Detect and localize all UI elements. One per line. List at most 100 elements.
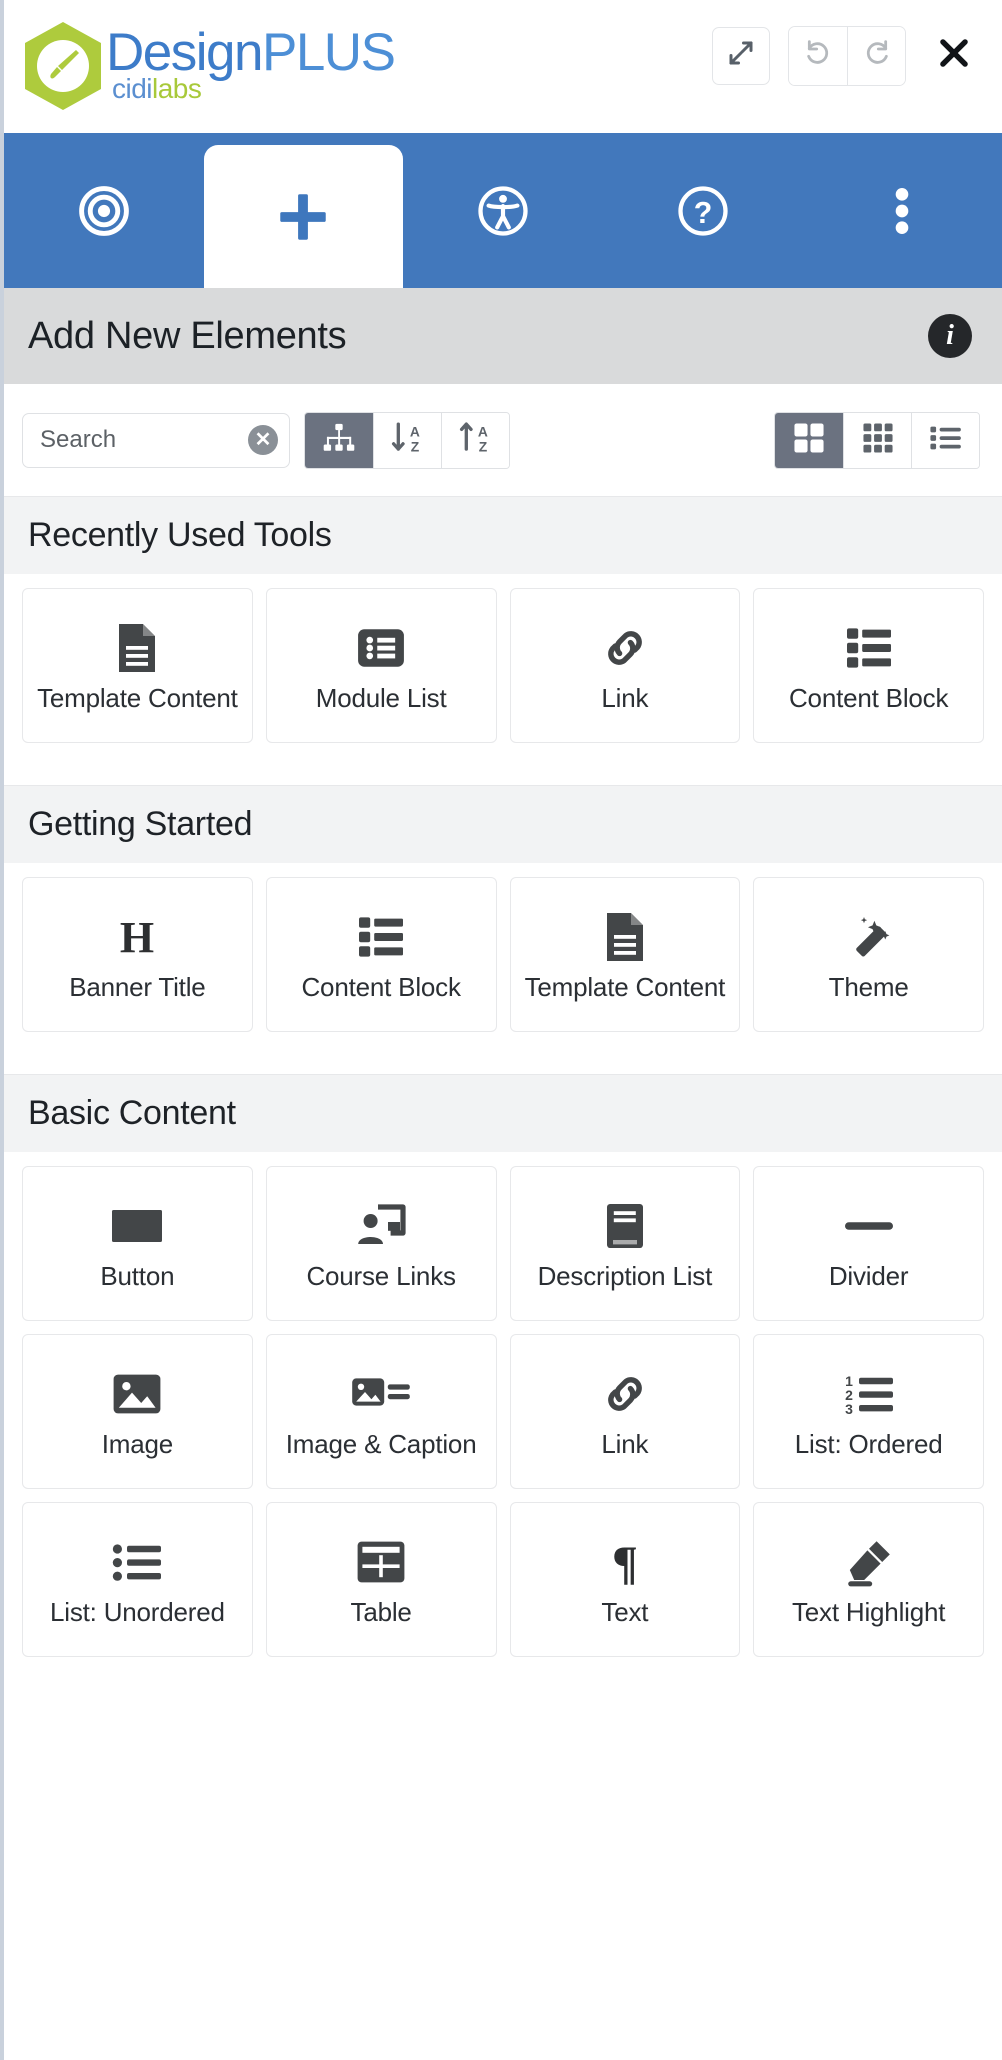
tool-card-label: Template Content xyxy=(524,971,726,1002)
tool-card-course-links[interactable]: Course Links xyxy=(265,1166,497,1321)
app-header: DesignPLUS cidilabs xyxy=(4,0,1002,133)
filter-toolbar: ✕ xyxy=(4,384,1002,496)
book-icon xyxy=(603,1197,647,1255)
list-view-icon xyxy=(929,423,963,458)
heading-h-icon: H xyxy=(113,908,161,966)
table-icon xyxy=(356,1533,406,1591)
undo-button[interactable] xyxy=(789,26,847,85)
search-box: ✕ xyxy=(22,412,290,468)
tab-accessibility[interactable] xyxy=(403,133,603,288)
tab-help[interactable]: ? xyxy=(603,133,803,288)
sort-alpha-up-icon: A Z xyxy=(458,421,494,460)
svg-text:?: ? xyxy=(693,197,712,230)
tool-card-template-content[interactable]: Template Content xyxy=(509,877,741,1032)
tool-card-divider[interactable]: Divider xyxy=(753,1166,984,1321)
tool-card-label: Banner Title xyxy=(69,971,206,1002)
section-recently-used-tools-header: Recently Used Tools xyxy=(4,496,1002,574)
svg-text:A: A xyxy=(477,423,487,439)
tool-card-text[interactable]: ¶ Text xyxy=(509,1502,741,1657)
paragraph-pilcrow-icon: ¶ xyxy=(603,1533,647,1591)
content-block-icon xyxy=(844,619,894,677)
tool-card-banner-title[interactable]: H Banner Title xyxy=(22,877,253,1032)
expand-button[interactable] xyxy=(712,26,770,85)
tool-card-text-highlight[interactable]: Text Highlight xyxy=(753,1502,984,1657)
svg-text:H: H xyxy=(120,913,154,961)
redo-button[interactable] xyxy=(847,26,905,85)
brand-wordmark: DesignPLUS cidilabs xyxy=(106,20,396,104)
sort-alpha-desc-button[interactable]: A Z xyxy=(441,412,509,468)
info-icon[interactable]: i xyxy=(928,314,972,358)
brand-subtitle-cidi: cidi xyxy=(112,72,153,104)
tool-card-button[interactable]: Button xyxy=(22,1166,253,1321)
divider-line-icon xyxy=(844,1197,893,1255)
tool-card-label: Divider xyxy=(828,1260,909,1291)
section-basic-content-grid: Button Course Links Description List Div… xyxy=(4,1152,1002,1679)
designplus-sidebar-app: DesignPLUS cidilabs ? Add New Elements i… xyxy=(0,0,1002,2060)
question-circle-icon: ? xyxy=(676,184,730,238)
brand-subtitle: cidilabs xyxy=(112,72,394,104)
target-icon xyxy=(76,183,132,239)
link-chain-icon xyxy=(600,619,650,677)
tool-card-label: Image xyxy=(101,1428,173,1459)
brand-logo: DesignPLUS cidilabs xyxy=(22,12,396,122)
grid-small-icon xyxy=(862,422,894,459)
hexagon-brush-logo-icon xyxy=(22,20,104,112)
tool-card-template-content[interactable]: Template Content xyxy=(22,588,253,743)
tool-card-label: Link xyxy=(601,682,649,713)
panel-header: Add New Elements i xyxy=(4,288,1002,384)
tool-card-label: Image & Caption xyxy=(285,1428,477,1459)
tool-card-content-block[interactable]: Content Block xyxy=(753,588,984,743)
svg-text:Z: Z xyxy=(478,438,487,454)
view-list-button[interactable] xyxy=(911,412,979,468)
section-title: Getting Started xyxy=(28,805,253,843)
tool-card-module-list[interactable]: Module List xyxy=(265,588,497,743)
redo-icon xyxy=(861,37,893,74)
kebab-menu-icon xyxy=(880,185,924,237)
tool-card-label: Course Links xyxy=(306,1260,456,1291)
list-ordered-icon: 1 2 3 xyxy=(843,1365,895,1423)
tool-card-image[interactable]: Image xyxy=(22,1334,253,1489)
section-title: Basic Content xyxy=(28,1094,236,1132)
section-getting-started-grid: H Banner Title Content Block Template Co… xyxy=(4,863,1002,1054)
tab-add[interactable] xyxy=(203,145,404,288)
section-divider xyxy=(4,765,1002,785)
tool-card-table[interactable]: Table xyxy=(265,1502,497,1657)
sort-button-group: A Z A Z xyxy=(304,411,510,469)
tool-card-label: Content Block xyxy=(788,682,949,713)
tool-card-list-ordered[interactable]: 1 2 3 List: Ordered xyxy=(753,1334,984,1489)
sort-alpha-asc-button[interactable]: A Z xyxy=(373,412,441,468)
tool-card-label: Content Block xyxy=(301,971,461,1002)
highlighter-icon xyxy=(843,1533,895,1591)
tool-card-description-list[interactable]: Description List xyxy=(509,1166,741,1321)
tab-more[interactable] xyxy=(802,133,1002,288)
image-icon xyxy=(112,1365,162,1423)
tool-card-link[interactable]: Link xyxy=(509,588,741,743)
link-chain-icon xyxy=(600,1365,650,1423)
tool-card-list-unordered[interactable]: List: Unordered xyxy=(22,1502,253,1657)
grid-large-icon xyxy=(793,422,825,459)
view-small-grid-button[interactable] xyxy=(843,412,911,468)
section-recently-used-tools-grid: Template Content Module List Link Conten… xyxy=(4,574,1002,765)
section-getting-started-header: Getting Started xyxy=(4,785,1002,863)
tool-card-link[interactable]: Link xyxy=(509,1334,741,1489)
undo-icon xyxy=(802,37,834,74)
expand-arrows-icon xyxy=(726,38,756,73)
svg-text:¶: ¶ xyxy=(612,1537,638,1587)
page-title: Add New Elements xyxy=(28,314,347,357)
accessibility-icon xyxy=(476,184,530,238)
tool-card-label: Link xyxy=(601,1428,649,1459)
close-icon xyxy=(935,34,973,77)
section-basic-content-header: Basic Content xyxy=(4,1074,1002,1152)
tool-card-theme[interactable]: Theme xyxy=(753,877,984,1032)
sort-by-group-button[interactable] xyxy=(305,412,373,468)
clear-search-icon[interactable]: ✕ xyxy=(248,425,278,455)
plus-icon xyxy=(272,186,334,248)
tool-card-image-caption[interactable]: Image & Caption xyxy=(265,1334,497,1489)
tool-card-content-block[interactable]: Content Block xyxy=(265,877,497,1032)
view-large-grid-button[interactable] xyxy=(775,412,843,468)
tab-target[interactable] xyxy=(4,133,204,288)
sort-alpha-down-icon: A Z xyxy=(390,421,426,460)
tool-card-label: Module List xyxy=(315,682,447,713)
close-button[interactable] xyxy=(928,27,980,85)
course-links-icon xyxy=(355,1197,407,1255)
